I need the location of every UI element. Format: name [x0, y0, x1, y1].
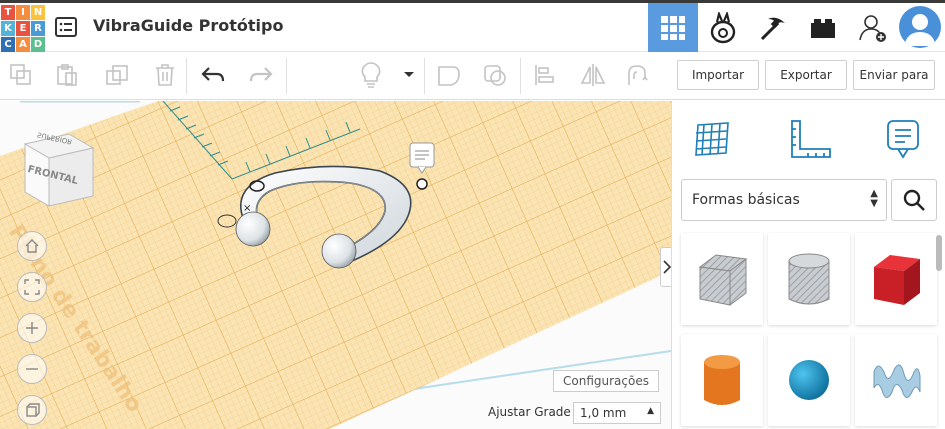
logo-letter: I — [16, 5, 30, 20]
top-bar: T I N K E R C A D VibraGuide Protótipo — [0, 0, 945, 52]
document-title[interactable]: VibraGuide Protótipo — [93, 16, 283, 35]
add-user-icon[interactable] — [848, 3, 898, 52]
settings-button[interactable]: Configurações — [553, 370, 659, 392]
chevron-right-icon — [663, 260, 671, 274]
shape-box-striped[interactable] — [681, 233, 763, 325]
search-icon — [903, 189, 925, 211]
fit-view-button[interactable] — [17, 272, 47, 302]
group-icon[interactable] — [437, 62, 463, 88]
perspective-icon — [26, 403, 40, 417]
sphere-handle-left[interactable] — [235, 211, 271, 247]
shape-sphere[interactable] — [768, 334, 850, 426]
zoom-in-button[interactable] — [17, 313, 47, 343]
design-list-icon[interactable] — [55, 17, 77, 37]
import-button[interactable]: Importar — [677, 60, 759, 90]
edit-toolbar: Importar Exportar Enviar para — [0, 52, 945, 100]
bricks-icon[interactable] — [798, 3, 848, 52]
notes-icon[interactable] — [877, 115, 929, 163]
logo-letter: K — [1, 21, 15, 36]
snap-grid-select[interactable]: 1,0 mm ▲ — [573, 402, 661, 424]
search-button[interactable] — [891, 179, 937, 221]
paste-icon[interactable] — [54, 62, 80, 88]
shape-cylinder[interactable] — [681, 334, 763, 426]
ungroup-icon[interactable] — [483, 62, 509, 88]
codeblocks-icon[interactable] — [698, 3, 748, 52]
logo-letter: R — [31, 21, 45, 36]
shape-box[interactable] — [855, 233, 937, 325]
minus-icon — [26, 368, 38, 370]
shape-category-label: Formas básicas — [692, 192, 800, 208]
home-view-button[interactable] — [17, 231, 47, 261]
logo-letter: N — [31, 5, 45, 20]
shape-category-dropdown[interactable]: Formas básicas ▲ ▼ — [681, 179, 887, 221]
panel-scrollbar[interactable] — [936, 235, 942, 271]
copy-icon[interactable] — [8, 62, 34, 88]
updown-chevron-icon: ▲ ▼ — [870, 188, 878, 209]
redo-icon[interactable] — [248, 62, 274, 88]
home-icon — [25, 239, 39, 253]
ruler-icon[interactable] — [784, 115, 836, 163]
user-avatar[interactable] — [899, 6, 941, 48]
snap-grid-value: 1,0 mm — [580, 406, 627, 420]
zoom-out-button[interactable] — [17, 354, 47, 384]
chevron-down-icon[interactable] — [396, 62, 422, 88]
sim-lab-icon[interactable] — [748, 3, 798, 52]
view-cube[interactable]: SUPERIOR FRONTAL — [17, 126, 97, 210]
shape-scribble[interactable] — [855, 334, 937, 426]
shapes-panel: Formas básicas ▲ ▼ — [671, 101, 945, 429]
tinkercad-logo[interactable]: T I N K E R C A D — [0, 4, 45, 52]
delete-icon[interactable] — [152, 62, 178, 88]
logo-letter: D — [31, 37, 45, 52]
logo-letter: E — [16, 21, 30, 36]
duplicate-icon[interactable] — [104, 62, 130, 88]
cruise-icon[interactable] — [624, 62, 650, 88]
export-button[interactable]: Exportar — [765, 60, 847, 90]
send-to-button[interactable]: Enviar para — [853, 60, 935, 90]
fit-icon — [24, 279, 40, 295]
light-bulb-icon[interactable] — [358, 62, 384, 88]
perspective-button[interactable] — [17, 395, 47, 425]
snap-grid-label: Ajustar Grade — [488, 405, 571, 419]
undo-icon[interactable] — [200, 62, 226, 88]
logo-letter: C — [1, 37, 15, 52]
workplane-icon[interactable] — [686, 115, 738, 163]
caret-up-icon: ▲ — [647, 406, 654, 416]
grid-view-icon[interactable] — [648, 3, 698, 52]
shape-cylinder-striped[interactable] — [768, 233, 850, 325]
align-icon[interactable] — [532, 62, 558, 88]
sphere-handle-right[interactable] — [321, 233, 357, 269]
logo-letter: T — [1, 5, 15, 20]
plus-icon — [26, 322, 38, 334]
mirror-icon[interactable] — [580, 62, 606, 88]
logo-letter: A — [16, 37, 30, 52]
svg-text:×: × — [243, 203, 251, 214]
